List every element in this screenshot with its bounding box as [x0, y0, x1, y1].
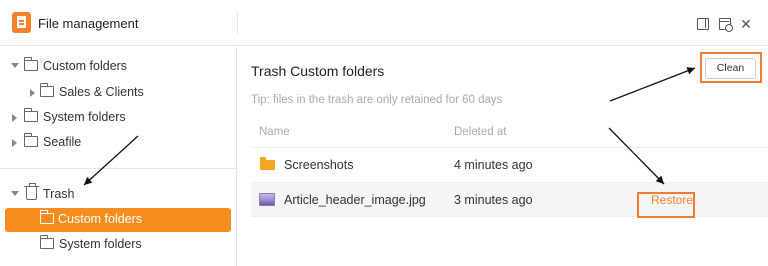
sidebar-divider	[0, 168, 237, 169]
sidebar-item-system-folders[interactable]: System folders	[0, 106, 237, 130]
window-title: File management	[38, 16, 139, 31]
chevron-right-icon[interactable]	[12, 139, 17, 147]
chevron-down-icon[interactable]	[11, 63, 19, 68]
sidebar: Custom folders Sales & Clients System fo…	[0, 47, 237, 266]
chevron-right-icon[interactable]	[12, 114, 17, 122]
sidebar-item-trash-system-folders[interactable]: System folders	[0, 233, 237, 257]
clean-button[interactable]: Clean	[705, 58, 756, 79]
retention-tip: Tip: files in the trash are only retaine…	[251, 94, 503, 106]
table-divider	[251, 216, 768, 217]
sidebar-item-custom-folders[interactable]: Custom folders	[0, 55, 237, 79]
sidebar-item-label: Seafile	[43, 135, 82, 149]
sidebar-item-sales-clients[interactable]: Sales & Clients	[0, 81, 237, 105]
main-panel: Trash Custom folders Clean Tip: files in…	[238, 47, 768, 266]
folder-icon	[39, 235, 54, 249]
row-name[interactable]: Article_header_image.jpg	[284, 193, 426, 207]
close-icon[interactable]: ✕	[740, 17, 752, 31]
row-deleted-at: 3 minutes ago	[454, 193, 533, 207]
sidebar-item-label: Sales & Clients	[59, 85, 144, 99]
table-row[interactable]: Article_header_image.jpg 3 minutes ago R…	[251, 183, 768, 216]
chevron-down-icon[interactable]	[11, 191, 19, 196]
image-icon	[259, 193, 275, 206]
sidebar-item-label: Custom folders	[43, 59, 128, 73]
table-row[interactable]: Screenshots 4 minutes ago	[251, 148, 768, 181]
title-divider	[237, 12, 238, 34]
column-header-name[interactable]: Name	[259, 126, 290, 138]
trash-icon	[24, 183, 39, 200]
sidebar-item-label: System folders	[43, 110, 126, 124]
folder-icon	[23, 108, 38, 122]
folder-icon	[23, 57, 38, 71]
column-header-deleted[interactable]: Deleted at	[454, 126, 506, 138]
app-logo-icon	[12, 12, 31, 33]
sidebar-item-label: Custom folders	[58, 212, 143, 226]
folder-icon	[39, 210, 54, 224]
panel-toggle-icon[interactable]	[697, 18, 709, 30]
folder-icon	[260, 157, 275, 170]
title-bar: File management ✕	[0, 0, 768, 46]
sidebar-item-label: System folders	[59, 237, 142, 251]
chevron-right-icon[interactable]	[30, 89, 35, 97]
sidebar-item-trash-custom-folders[interactable]: Custom folders	[5, 208, 231, 232]
folder-icon	[39, 83, 54, 97]
trash-history-icon[interactable]	[719, 18, 733, 32]
row-deleted-at: 4 minutes ago	[454, 158, 533, 172]
restore-button[interactable]: Restore	[651, 193, 693, 207]
page-title: Trash Custom folders	[251, 63, 385, 79]
sidebar-item-label: Trash	[43, 187, 75, 201]
sidebar-item-seafile[interactable]: Seafile	[0, 131, 237, 155]
folder-icon	[23, 133, 38, 147]
sidebar-item-trash[interactable]: Trash	[0, 183, 237, 207]
row-name[interactable]: Screenshots	[284, 158, 353, 172]
